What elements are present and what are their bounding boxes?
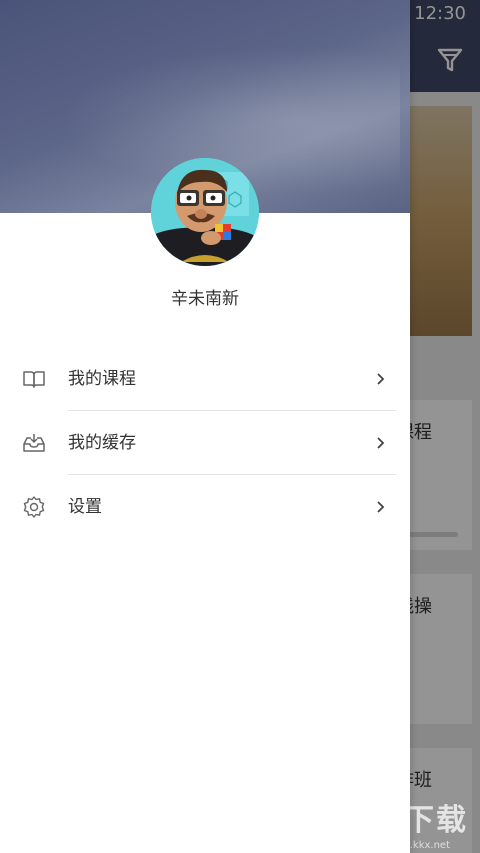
menu-item-my-courses[interactable]: 我的课程 bbox=[0, 347, 410, 411]
avatar[interactable] bbox=[151, 158, 259, 266]
gear-icon bbox=[22, 495, 46, 519]
chevron-right-icon bbox=[374, 369, 388, 389]
menu-item-settings[interactable]: 设置 bbox=[0, 475, 410, 539]
screen: 12:30 课程 践操 作班 KK下载 www.kkx.net 辛未南新 我的课… bbox=[0, 0, 480, 853]
drawer-menu: 我的课程 我的缓存 设置 bbox=[0, 347, 410, 539]
menu-item-label: 我的课程 bbox=[68, 369, 136, 389]
menu-item-label: 设置 bbox=[68, 497, 102, 517]
chevron-right-icon bbox=[374, 497, 388, 517]
menu-item-label: 我的缓存 bbox=[68, 433, 136, 453]
menu-item-my-cache[interactable]: 我的缓存 bbox=[0, 411, 410, 475]
navigation-drawer: 辛未南新 我的课程 我的缓存 设置 bbox=[0, 0, 410, 853]
chevron-right-icon bbox=[374, 433, 388, 453]
book-icon bbox=[22, 367, 46, 391]
username[interactable]: 辛未南新 bbox=[0, 284, 410, 309]
download-tray-icon bbox=[22, 431, 46, 455]
